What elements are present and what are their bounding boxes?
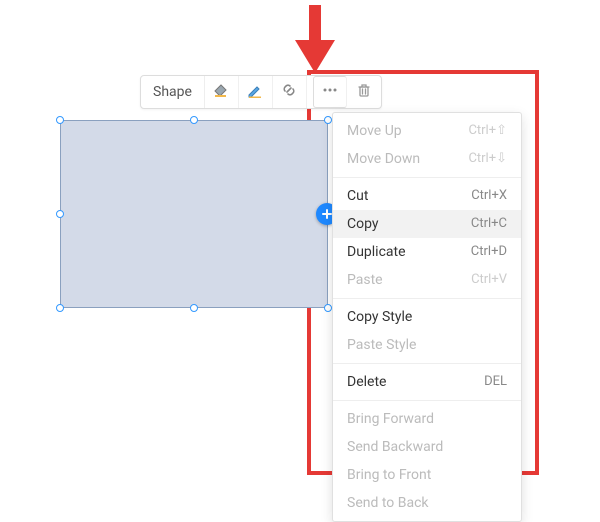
menu-item-label: Bring Forward	[347, 410, 434, 428]
delete-button[interactable]	[347, 76, 381, 108]
menu-separator	[333, 363, 521, 364]
pencil-icon	[246, 81, 264, 103]
context-menu: Move Up Ctrl+⇧ Move Down Ctrl+⇩ Cut Ctrl+X Cop…	[332, 112, 522, 522]
menu-item-paste-style: Paste Style	[333, 331, 521, 359]
resize-handle-middle-left[interactable]	[56, 210, 64, 218]
menu-item-send-backward: Send Backward	[333, 433, 521, 461]
menu-item-label: Cut	[347, 187, 368, 205]
menu-item-label: Move Down	[347, 150, 420, 168]
selected-shape-rectangle[interactable]	[60, 120, 328, 308]
menu-item-label: Copy	[347, 215, 379, 233]
more-options-button[interactable]	[313, 76, 347, 108]
menu-item-label: Paste Style	[347, 336, 416, 354]
menu-item-move-down: Move Down Ctrl+⇩	[333, 145, 521, 173]
menu-item-label: Send Backward	[347, 438, 443, 456]
menu-item-send-to-back: Send to Back	[333, 489, 521, 517]
toolbar-shape-label[interactable]: Shape	[141, 76, 205, 108]
menu-item-bring-to-front: Bring to Front	[333, 461, 521, 489]
menu-item-shortcut: DEL	[484, 373, 507, 391]
trash-icon	[356, 82, 372, 102]
menu-separator	[333, 298, 521, 299]
link-button[interactable]	[273, 76, 307, 108]
resize-handle-top-center[interactable]	[190, 116, 198, 124]
menu-item-shortcut: Ctrl+⇩	[468, 150, 507, 168]
paint-bucket-icon	[212, 81, 230, 103]
menu-item-label: Delete	[347, 373, 386, 391]
menu-item-label: Bring to Front	[347, 466, 431, 484]
menu-item-paste: Paste Ctrl+V	[333, 266, 521, 294]
resize-handle-bottom-left[interactable]	[56, 304, 64, 312]
menu-item-move-up: Move Up Ctrl+⇧	[333, 117, 521, 145]
menu-item-shortcut: Ctrl+V	[471, 271, 507, 289]
shape-toolbar: Shape	[140, 75, 382, 109]
menu-item-label: Copy Style	[347, 308, 412, 326]
menu-item-duplicate[interactable]: Duplicate Ctrl+D	[333, 238, 521, 266]
menu-item-shortcut: Ctrl+X	[471, 187, 507, 205]
callout-arrow	[295, 5, 335, 75]
resize-handle-bottom-right[interactable]	[324, 304, 332, 312]
link-icon	[281, 82, 297, 102]
menu-item-copy[interactable]: Copy Ctrl+C	[333, 210, 521, 238]
menu-item-shortcut: Ctrl+C	[471, 215, 507, 233]
menu-item-bring-forward: Bring Forward	[333, 405, 521, 433]
menu-item-label: Duplicate	[347, 243, 406, 261]
resize-handle-top-left[interactable]	[56, 116, 64, 124]
menu-item-delete[interactable]: Delete DEL	[333, 368, 521, 396]
menu-item-label: Paste	[347, 271, 383, 289]
menu-separator	[333, 177, 521, 178]
edit-button[interactable]	[239, 76, 273, 108]
ellipsis-icon	[322, 82, 338, 102]
menu-item-shortcut: Ctrl+D	[471, 243, 507, 261]
menu-item-cut[interactable]: Cut Ctrl+X	[333, 182, 521, 210]
resize-handle-bottom-center[interactable]	[190, 304, 198, 312]
menu-item-shortcut: Ctrl+⇧	[468, 122, 507, 140]
menu-item-label: Send to Back	[347, 494, 429, 512]
menu-separator	[333, 400, 521, 401]
fill-button[interactable]	[205, 76, 239, 108]
menu-item-copy-style[interactable]: Copy Style	[333, 303, 521, 331]
resize-handle-top-right[interactable]	[324, 116, 332, 124]
menu-item-label: Move Up	[347, 122, 402, 140]
